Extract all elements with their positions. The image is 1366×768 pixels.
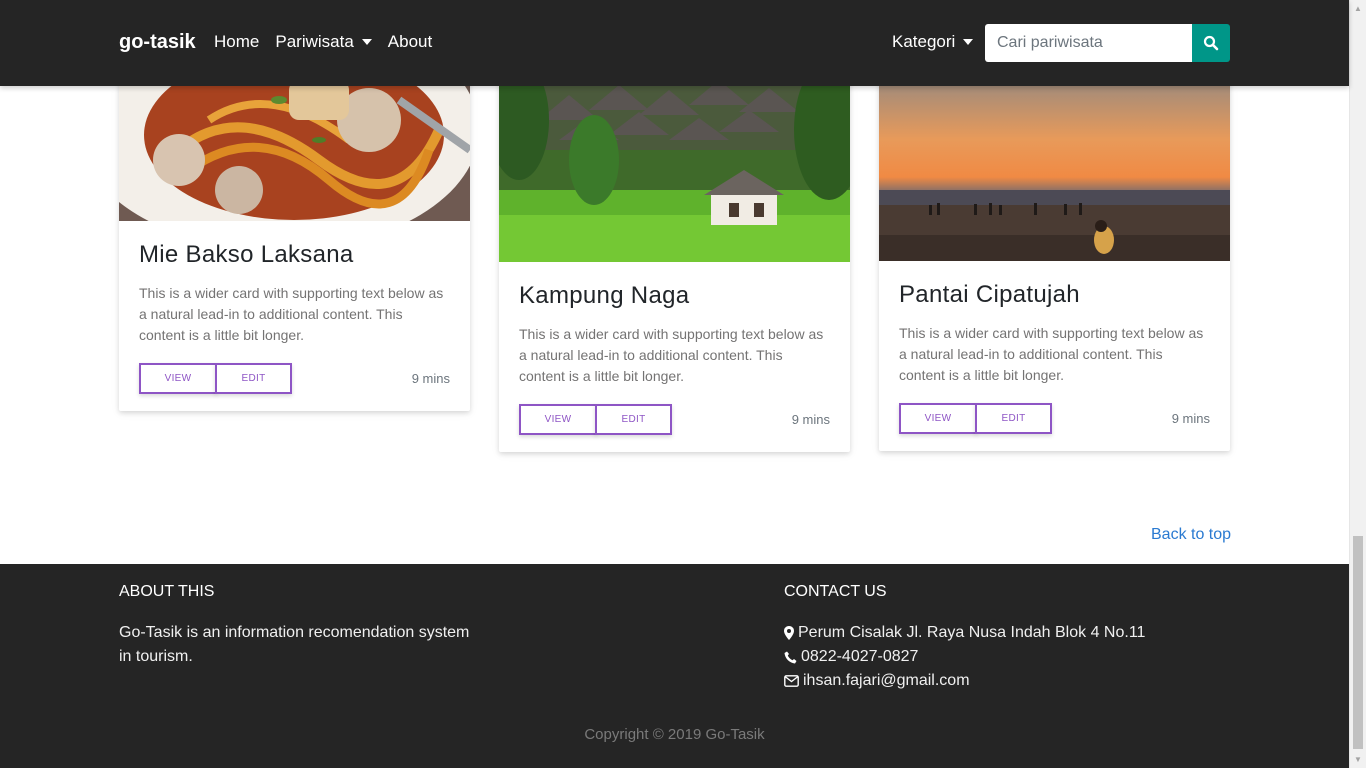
card-body: Pantai Cipatujah This is a wider card wi… bbox=[879, 261, 1230, 451]
page-scrollbar[interactable]: ▲ ▼ bbox=[1349, 0, 1366, 768]
about-text: Go-Tasik is an information recomendation… bbox=[119, 624, 470, 665]
card-text: This is a wider card with supporting tex… bbox=[519, 326, 824, 384]
kategori-label: Kategori bbox=[892, 32, 956, 51]
edit-button[interactable]: EDIT bbox=[595, 404, 672, 435]
nav-about[interactable]: About bbox=[388, 32, 432, 52]
card-time: 9 mins bbox=[791, 412, 830, 427]
scrollbar-thumb[interactable] bbox=[1353, 536, 1363, 749]
card-body: Kampung Naga This is a wider card with s… bbox=[499, 262, 850, 452]
caret-down-icon bbox=[361, 39, 372, 45]
caret-down-icon bbox=[963, 39, 974, 45]
footer: ABOUT THIS Go-Tasik is an information re… bbox=[0, 564, 1349, 768]
search-icon bbox=[1203, 35, 1219, 51]
contact-phone: 0822-4027-0827 bbox=[784, 645, 1145, 669]
about-title: ABOUT THIS bbox=[119, 583, 215, 600]
card-pantai-cipatujah: Pantai Cipatujah This is a wider card wi… bbox=[879, 40, 1230, 451]
back-to-top-link[interactable]: Back to top bbox=[1151, 526, 1231, 544]
scroll-down-arrow-icon[interactable]: ▼ bbox=[1350, 751, 1366, 768]
view-button[interactable]: VIEW bbox=[899, 403, 977, 434]
brand-link[interactable]: go-tasik bbox=[119, 31, 196, 54]
card-title: Pantai Cipatujah bbox=[899, 281, 1080, 308]
search-input[interactable] bbox=[985, 24, 1192, 62]
nav-home[interactable]: Home bbox=[214, 32, 259, 52]
nav-pariwisata-dropdown[interactable]: Pariwisata bbox=[275, 32, 372, 52]
card-text: This is a wider card with supporting tex… bbox=[139, 285, 444, 343]
contact-email: ihsan.fajari@gmail.com bbox=[784, 669, 1145, 693]
phone-icon bbox=[784, 651, 797, 663]
card-title: Kampung Naga bbox=[519, 282, 690, 309]
navbar: go-tasik Home Pariwisata About Kategori bbox=[0, 0, 1349, 86]
card-time: 9 mins bbox=[411, 371, 450, 386]
search-button[interactable] bbox=[1192, 24, 1230, 62]
card-kampung-naga: Kampung Naga This is a wider card with s… bbox=[499, 40, 850, 452]
card-mie-bakso: Mie Bakso Laksana This is a wider card w… bbox=[119, 40, 470, 411]
email-text: ihsan.fajari@gmail.com bbox=[803, 672, 970, 689]
copyright: Copyright © 2019 Go-Tasik bbox=[584, 726, 765, 743]
contact-title: CONTACT US bbox=[784, 583, 887, 600]
view-button[interactable]: VIEW bbox=[139, 363, 217, 394]
kategori-dropdown[interactable]: Kategori bbox=[892, 32, 974, 52]
card-button-group: VIEW EDIT bbox=[139, 363, 292, 394]
view-button[interactable]: VIEW bbox=[519, 404, 597, 435]
card-text: This is a wider card with supporting tex… bbox=[899, 325, 1204, 383]
envelope-icon bbox=[784, 675, 799, 687]
nav-links: Home Pariwisata About bbox=[214, 32, 448, 52]
scroll-up-arrow-icon[interactable]: ▲ bbox=[1350, 0, 1366, 17]
card-time: 9 mins bbox=[1171, 411, 1210, 426]
nav-pariwisata-label: Pariwisata bbox=[275, 32, 354, 51]
address-text: Perum Cisalak Jl. Raya Nusa Indah Blok 4… bbox=[798, 624, 1146, 641]
card-footer: VIEW EDIT 9 mins bbox=[139, 363, 450, 394]
card-button-group: VIEW EDIT bbox=[519, 404, 672, 435]
search-form bbox=[985, 24, 1230, 62]
card-title: Mie Bakso Laksana bbox=[139, 241, 354, 268]
edit-button[interactable]: EDIT bbox=[975, 403, 1052, 434]
contact-address: Perum Cisalak Jl. Raya Nusa Indah Blok 4… bbox=[784, 621, 1145, 645]
map-marker-icon bbox=[784, 626, 794, 640]
card-body: Mie Bakso Laksana This is a wider card w… bbox=[119, 221, 470, 411]
edit-button[interactable]: EDIT bbox=[215, 363, 292, 394]
phone-text: 0822-4027-0827 bbox=[801, 648, 919, 665]
card-footer: VIEW EDIT 9 mins bbox=[899, 403, 1210, 434]
contact-list: Perum Cisalak Jl. Raya Nusa Indah Blok 4… bbox=[784, 621, 1145, 693]
card-footer: VIEW EDIT 9 mins bbox=[519, 404, 830, 435]
card-button-group: VIEW EDIT bbox=[899, 403, 1052, 434]
